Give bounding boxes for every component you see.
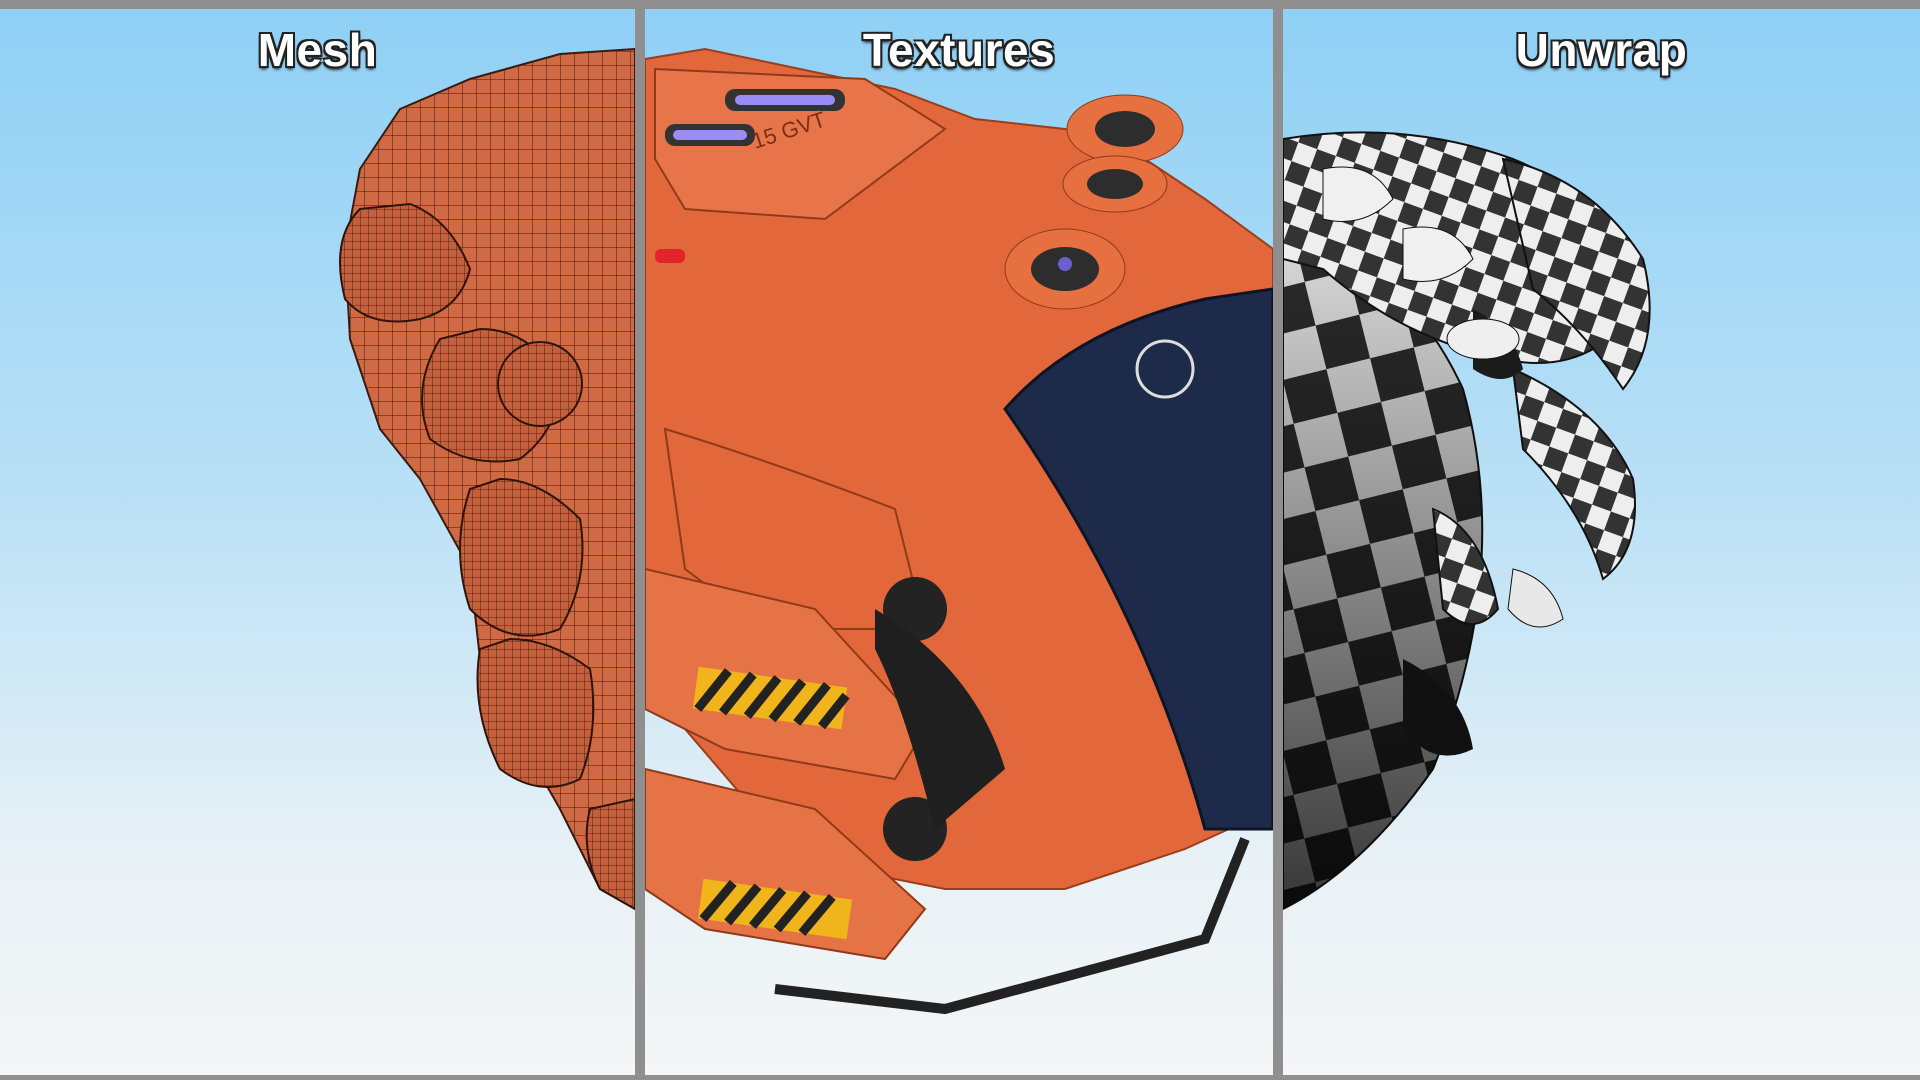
unwrap-title: Unwrap (1515, 24, 1688, 76)
unwrap-checker-render (1283, 131, 1651, 911)
mesh-panel: Mesh (0, 9, 635, 1075)
comparison-frame: Mesh Textures 15 GVT Unwrap (0, 0, 1920, 1080)
textures-panel: Textures 15 GVT (645, 9, 1273, 1075)
mesh-title: Mesh (257, 24, 378, 76)
textured-render: 15 GVT (645, 47, 1273, 1015)
unwrap-panel: Unwrap (1283, 9, 1920, 1075)
mesh-wireframe-render (339, 47, 635, 911)
textures-title: Textures (862, 24, 1056, 76)
